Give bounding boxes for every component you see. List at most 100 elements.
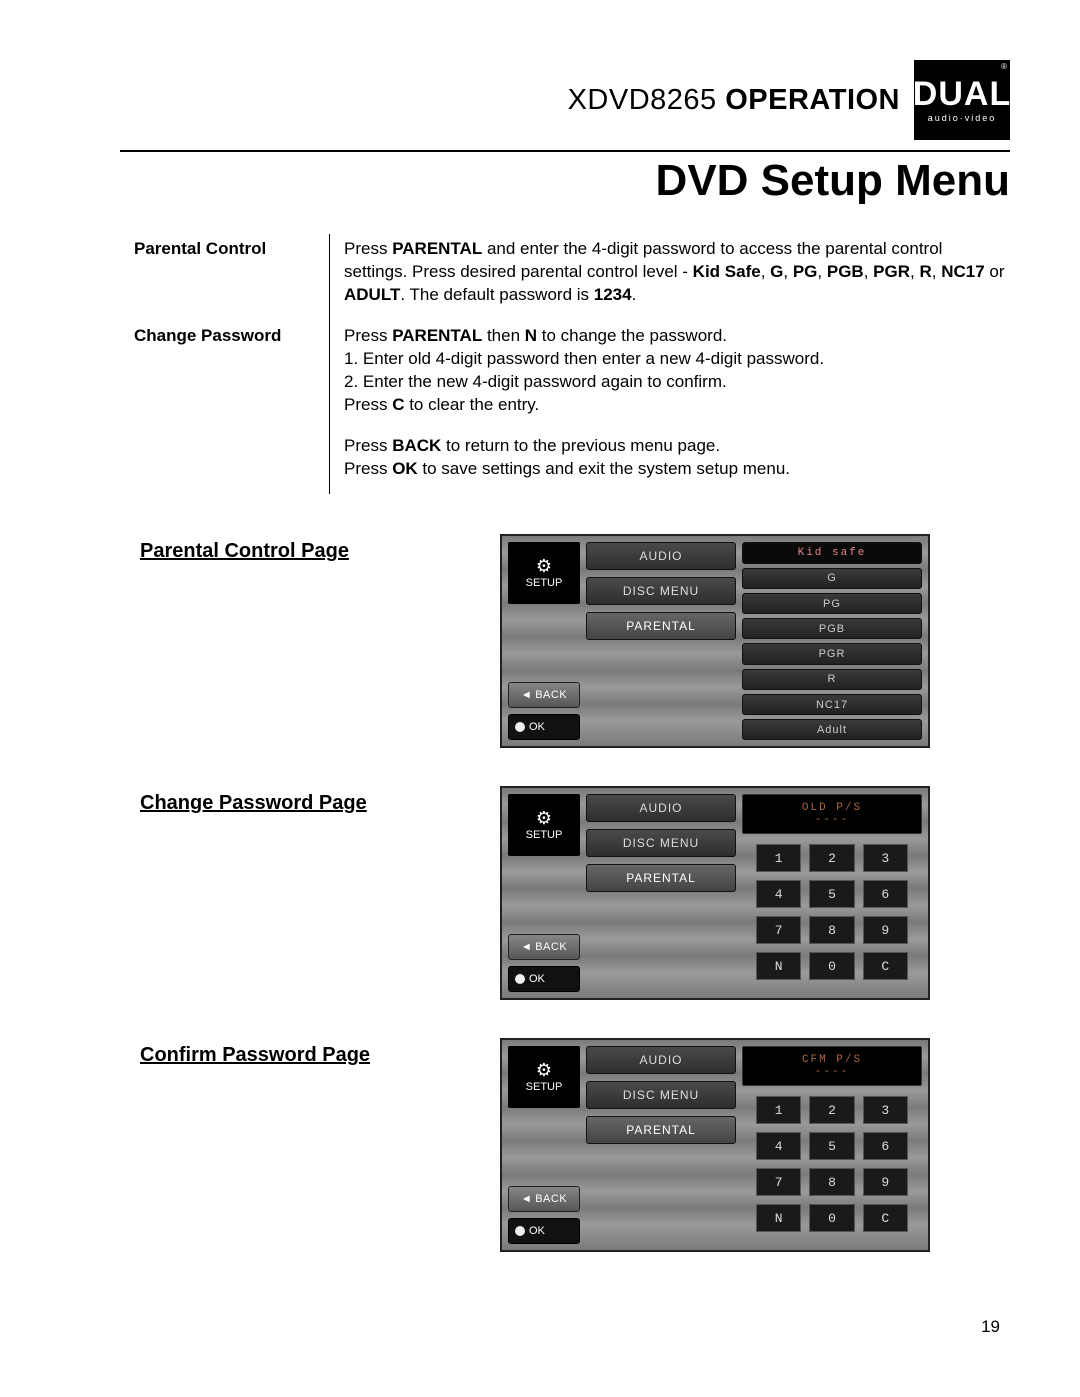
screen-keypad-col: OLD P/S ---- 1 2 3 4 5 6 7 8 9 N 0 C [742,794,922,992]
rating-pg[interactable]: PG [742,593,922,614]
device-screen-change-pw: ⚙ SETUP ◄BACK OK AUDIO DISC MENU PARENTA… [500,786,930,1000]
setup-label: SETUP [526,577,563,589]
key-0[interactable]: 0 [809,1204,854,1232]
menu-audio[interactable]: AUDIO [586,542,736,570]
key-3[interactable]: 3 [863,844,908,872]
key-1[interactable]: 1 [756,1096,801,1124]
arrow-left-icon: ◄ [521,689,532,701]
rating-adult[interactable]: Adult [742,719,922,740]
key-c[interactable]: C [863,1204,908,1232]
menu-parental[interactable]: PARENTAL [586,864,736,892]
key-1[interactable]: 1 [756,844,801,872]
screen-label-change-pw: Change Password Page [140,786,440,815]
password-display: OLD P/S ---- [742,794,922,834]
key-9[interactable]: 9 [863,916,908,944]
instruction-table: Parental Control Press PARENTAL and ente… [120,234,1010,494]
arrow-left-icon: ◄ [521,1193,532,1205]
key-5[interactable]: 5 [809,1132,854,1160]
back-button[interactable]: ◄BACK [508,1186,580,1212]
key-7[interactable]: 7 [756,916,801,944]
setup-label: SETUP [526,829,563,841]
page-number: 19 [981,1317,1000,1337]
numeric-keypad: 1 2 3 4 5 6 7 8 9 N 0 C [742,1094,922,1234]
key-6[interactable]: 6 [863,880,908,908]
row-text-change-pw: Press PARENTAL then N to change the pass… [330,321,1010,431]
key-6[interactable]: 6 [863,1132,908,1160]
header-text: XDVD8265 OPERATION [568,84,900,117]
operation-word: OPERATION [725,84,900,116]
key-4[interactable]: 4 [756,880,801,908]
screen-row-confirm-pw: Confirm Password Page ⚙ SETUP ◄BACK OK A… [140,1038,1010,1252]
arrow-left-icon: ◄ [521,941,532,953]
password-display: CFM P/S ---- [742,1046,922,1086]
gear-icon: ⚙ [536,1061,552,1079]
menu-parental[interactable]: PARENTAL [586,1116,736,1144]
row-text-parental: Press PARENTAL and enter the 4-digit pas… [330,234,1010,321]
ok-button[interactable]: OK [508,1218,580,1244]
screen-row-parental: Parental Control Page ⚙ SETUP ◄BACK OK A… [140,534,1010,748]
key-5[interactable]: 5 [809,880,854,908]
page-title: DVD Setup Menu [120,156,1010,206]
row-label-parental: Parental Control [120,234,330,321]
key-9[interactable]: 9 [863,1168,908,1196]
menu-disc[interactable]: DISC MENU [586,577,736,605]
key-4[interactable]: 4 [756,1132,801,1160]
menu-audio[interactable]: AUDIO [586,1046,736,1074]
row-label-blank [120,431,330,495]
menu-audio[interactable]: AUDIO [586,794,736,822]
screen-left-col: ⚙ SETUP ◄BACK OK [508,1046,580,1244]
brand-subtitle: audio·video [928,113,997,123]
rating-nc17[interactable]: NC17 [742,694,922,715]
device-screen-confirm-pw: ⚙ SETUP ◄BACK OK AUDIO DISC MENU PARENTA… [500,1038,930,1252]
circle-icon [515,722,525,732]
circle-icon [515,974,525,984]
screen-left-col: ⚙ SETUP ◄BACK OK [508,542,580,740]
rating-pgb[interactable]: PGB [742,618,922,639]
registered-mark: ® [1001,62,1007,71]
menu-disc[interactable]: DISC MENU [586,1081,736,1109]
setup-label: SETUP [526,1081,563,1093]
ok-button[interactable]: OK [508,714,580,740]
rating-r[interactable]: R [742,669,922,690]
rating-pgr[interactable]: PGR [742,643,922,664]
setup-button[interactable]: ⚙ SETUP [508,1046,580,1108]
screen-menu-col: AUDIO DISC MENU PARENTAL [586,542,736,740]
setup-button[interactable]: ⚙ SETUP [508,794,580,856]
setup-button[interactable]: ⚙ SETUP [508,542,580,604]
key-c[interactable]: C [863,952,908,980]
brand-name: DUAL [913,77,1011,111]
key-2[interactable]: 2 [809,1096,854,1124]
screen-row-change-pw: Change Password Page ⚙ SETUP ◄BACK OK AU… [140,786,1010,1000]
key-7[interactable]: 7 [756,1168,801,1196]
key-8[interactable]: 8 [809,916,854,944]
page-header: XDVD8265 OPERATION ® DUAL audio·video [120,60,1010,140]
key-3[interactable]: 3 [863,1096,908,1124]
row-text-back-ok: Press BACK to return to the previous men… [330,431,1010,495]
row-label-change-pw: Change Password [120,321,330,431]
device-screen-parental: ⚙ SETUP ◄BACK OK AUDIO DISC MENU PARENTA… [500,534,930,748]
rating-g[interactable]: G [742,568,922,589]
screen-label-parental: Parental Control Page [140,534,440,563]
key-0[interactable]: 0 [809,952,854,980]
header-rule [120,150,1010,152]
key-n[interactable]: N [756,1204,801,1232]
screen-options-col: Kid safe G PG PGB PGR R NC17 Adult [742,542,922,740]
numeric-keypad: 1 2 3 4 5 6 7 8 9 N 0 C [742,842,922,982]
screen-menu-col: AUDIO DISC MENU PARENTAL [586,794,736,992]
back-button[interactable]: ◄BACK [508,682,580,708]
menu-disc[interactable]: DISC MENU [586,829,736,857]
circle-icon [515,1226,525,1236]
back-button[interactable]: ◄BACK [508,934,580,960]
screenshots-section: Parental Control Page ⚙ SETUP ◄BACK OK A… [140,534,1010,1252]
key-8[interactable]: 8 [809,1168,854,1196]
key-n[interactable]: N [756,952,801,980]
ok-button[interactable]: OK [508,966,580,992]
gear-icon: ⚙ [536,557,552,575]
screen-menu-col: AUDIO DISC MENU PARENTAL [586,1046,736,1244]
screen-left-col: ⚙ SETUP ◄BACK OK [508,794,580,992]
key-2[interactable]: 2 [809,844,854,872]
model-number: XDVD8265 [568,84,717,116]
menu-parental[interactable]: PARENTAL [586,612,736,640]
rating-kid-safe[interactable]: Kid safe [742,542,922,563]
screen-keypad-col: CFM P/S ---- 1 2 3 4 5 6 7 8 9 N 0 C [742,1046,922,1244]
